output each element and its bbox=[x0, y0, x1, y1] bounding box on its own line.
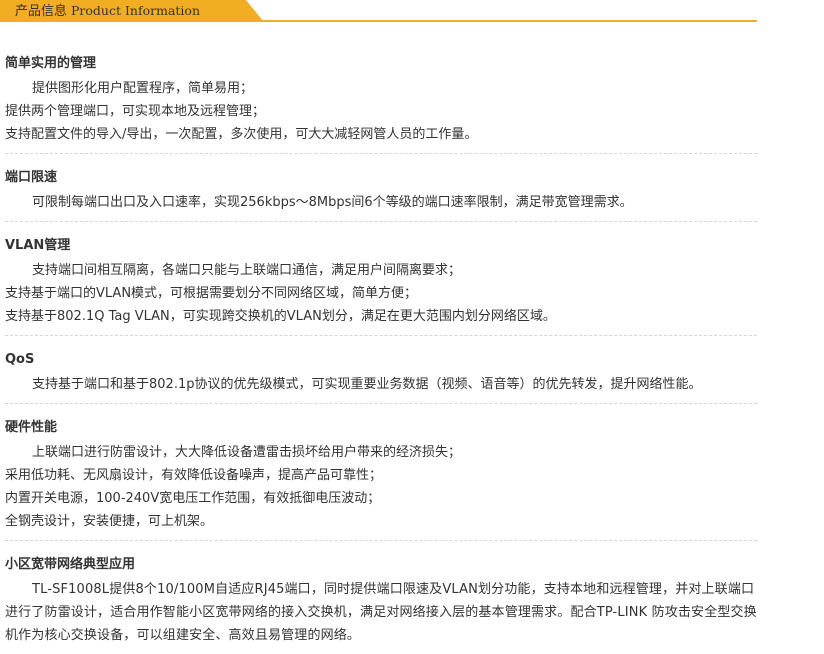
section-hardware: 硬件性能 上联端口进行防雷设计，大大降低设备遭雷击损坏给用户带来的经济损失； 采… bbox=[5, 418, 757, 541]
section-tab-bar: 产品信息 Product Information bbox=[0, 0, 757, 22]
section-vlan: VLAN管理 支持端口间相互隔离，各端口只能与上联端口通信，满足用户间隔离要求；… bbox=[5, 236, 757, 336]
section-line: 支持配置文件的导入/导出，一次配置，多次使用，可大大减轻网管人员的工作量。 bbox=[5, 127, 478, 142]
section-line: 支持基于802.1Q Tag VLAN，可实现跨交换机的VLAN划分，满足在更大… bbox=[5, 309, 556, 324]
section-line: 内置开关电源，100-240V宽电压工作范围，有效抵御电压波动； bbox=[5, 491, 381, 506]
section-title: QoS bbox=[5, 352, 35, 367]
section-line: 上联端口进行防雷设计，大大降低设备遭雷击损坏给用户带来的经济损失； bbox=[32, 445, 462, 460]
section-management: 简单实用的管理 提供图形化用户配置程序，简单易用； 提供两个管理端口，可实现本地… bbox=[5, 54, 757, 154]
section-line: 支持基于端口和基于802.1p协议的优先级模式，可实现重要业务数据（视频、语音等… bbox=[32, 377, 702, 392]
section-line: 支持端口间相互隔离，各端口只能与上联端口通信，满足用户间隔离要求； bbox=[32, 263, 462, 278]
section-line: 可限制每端口出口及入口速率，实现256kbps～8Mbps间6个等级的端口速率限… bbox=[32, 195, 633, 210]
section-title: 简单实用的管理 bbox=[5, 56, 97, 71]
section-title: 端口限速 bbox=[5, 170, 58, 185]
section-title: 小区宽带网络典型应用 bbox=[5, 557, 136, 572]
tab-product-information[interactable]: 产品信息 Product Information bbox=[0, 0, 264, 22]
tab-title-en: Product Information bbox=[71, 3, 200, 18]
product-info-content: 简单实用的管理 提供图形化用户配置程序，简单易用； 提供两个管理端口，可实现本地… bbox=[5, 54, 757, 654]
tab-title-cn: 产品信息 bbox=[15, 4, 68, 19]
section-title: 硬件性能 bbox=[5, 420, 58, 435]
section-paragraph: TL-SF1008L提供8个10/100M自适应RJ45端口，同时提供端口限速及… bbox=[5, 582, 757, 643]
section-line: 提供两个管理端口，可实现本地及远程管理； bbox=[5, 104, 266, 119]
section-line: 提供图形化用户配置程序，简单易用； bbox=[32, 81, 254, 96]
section-line: 支持基于端口的VLAN模式，可根据需要划分不同网络区域，简单方便； bbox=[5, 286, 418, 301]
section-port-rate-limit: 端口限速 可限制每端口出口及入口速率，实现256kbps～8Mbps间6个等级的… bbox=[5, 168, 757, 222]
section-title: VLAN管理 bbox=[5, 238, 71, 253]
section-qos: QoS 支持基于端口和基于802.1p协议的优先级模式，可实现重要业务数据（视频… bbox=[5, 350, 757, 404]
tab-label: 产品信息 Product Information bbox=[15, 2, 200, 21]
section-line: 采用低功耗、无风扇设计，有效降低设备噪声，提高产品可靠性； bbox=[5, 468, 383, 483]
section-typical-application: 小区宽带网络典型应用 TL-SF1008L提供8个10/100M自适应RJ45端… bbox=[5, 555, 757, 654]
section-line: 全钢壳设计，安装便捷，可上机架。 bbox=[5, 514, 214, 529]
